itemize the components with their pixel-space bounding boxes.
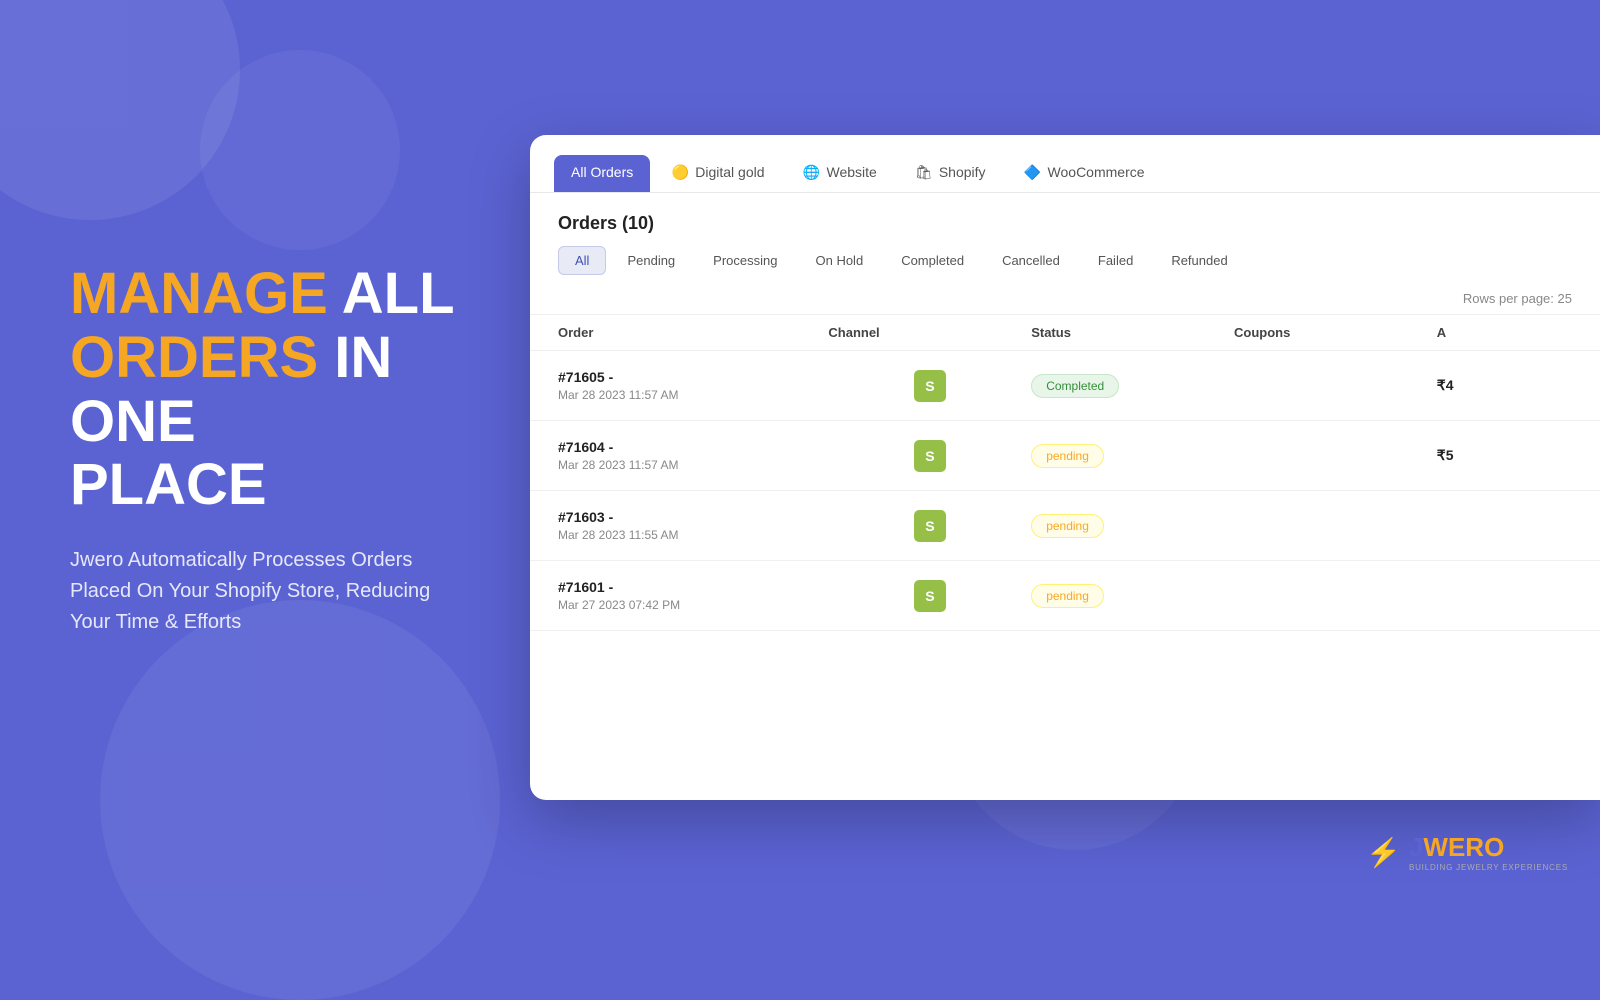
- woocommerce-icon: 🔷: [1024, 163, 1042, 181]
- status-cell-3: pending: [1031, 584, 1234, 608]
- hero-subtitle: Jwero Automatically Processes Orders Pla…: [70, 545, 460, 638]
- col-header-amount: A: [1437, 325, 1572, 340]
- tab-shopify[interactable]: 🛍 Shopify: [898, 154, 1003, 193]
- svg-text:S: S: [925, 447, 934, 463]
- order-date-2: Mar 28 2023 11:55 AM: [558, 528, 828, 542]
- shopify-tab-icon: 🛍: [915, 163, 933, 181]
- table-controls: Rows per page: 25: [530, 287, 1600, 314]
- shopify-icon-2: S: [914, 510, 946, 542]
- table-body: #71605 - Mar 28 2023 11:57 AM S Complete…: [530, 351, 1600, 631]
- order-date-1: Mar 28 2023 11:57 AM: [558, 458, 828, 472]
- status-badge-0: Completed: [1031, 374, 1119, 398]
- tab-digital-gold[interactable]: 🟡 Digital gold: [654, 154, 781, 193]
- orders-header: Orders (10): [530, 193, 1600, 246]
- status-tab-completed[interactable]: Completed: [884, 246, 981, 275]
- logo-tagline: BUILDING JEWELRY EXPERIENCES: [1409, 863, 1568, 872]
- status-tab-refunded[interactable]: Refunded: [1154, 246, 1244, 275]
- logo-wero: WERO: [1423, 832, 1504, 863]
- table-row[interactable]: #71604 - Mar 28 2023 11:57 AM S pending …: [530, 421, 1600, 491]
- hero-title: MANAGE ALL ORDERS IN ONE PLACE: [70, 262, 460, 517]
- channel-cell-1: S: [828, 440, 1031, 472]
- hero-word-orders: ORDERS: [70, 325, 318, 390]
- order-info-0: #71605 - Mar 28 2023 11:57 AM: [558, 369, 828, 402]
- hero-word-manage: MANAGE: [70, 261, 328, 326]
- channel-cell-0: S: [828, 370, 1031, 402]
- shopify-icon-0: S: [914, 370, 946, 402]
- svg-text:S: S: [925, 517, 934, 533]
- jwero-logo: ⚡ J WERO BUILDING JEWELRY EXPERIENCES: [1366, 832, 1568, 872]
- status-badge-1: pending: [1031, 444, 1104, 468]
- tab-website-label: Website: [827, 164, 877, 180]
- amount-cell-0: ₹4: [1437, 377, 1572, 394]
- order-info-2: #71603 - Mar 28 2023 11:55 AM: [558, 509, 828, 542]
- tab-woocommerce[interactable]: 🔷 WooCommerce: [1007, 154, 1162, 193]
- status-tab-processing[interactable]: Processing: [696, 246, 794, 275]
- tab-website[interactable]: 🌐 Website: [786, 154, 894, 193]
- tab-all-orders[interactable]: All Orders: [554, 155, 650, 192]
- order-id-2: #71603 -: [558, 509, 828, 525]
- order-id-1: #71604 -: [558, 439, 828, 455]
- shopify-icon-1: S: [914, 440, 946, 472]
- order-id-0: #71605 -: [558, 369, 828, 385]
- table-row[interactable]: #71605 - Mar 28 2023 11:57 AM S Complete…: [530, 351, 1600, 421]
- logo-bolt-icon: ⚡: [1366, 836, 1401, 869]
- status-filter-bar: All Pending Processing On Hold Completed…: [530, 246, 1600, 287]
- tab-all-orders-label: All Orders: [571, 164, 633, 180]
- digital-gold-icon: 🟡: [671, 163, 689, 181]
- col-header-coupons: Coupons: [1234, 325, 1437, 340]
- shopify-icon-3: S: [914, 580, 946, 612]
- status-tab-cancelled[interactable]: Cancelled: [985, 246, 1077, 275]
- tab-woocommerce-label: WooCommerce: [1048, 164, 1145, 180]
- status-cell-0: Completed: [1031, 374, 1234, 398]
- status-badge-3: pending: [1031, 584, 1104, 608]
- status-cell-2: pending: [1031, 514, 1234, 538]
- rows-per-page-label: Rows per page: 25: [1463, 291, 1572, 306]
- hero-word-place: PLACE: [70, 452, 267, 517]
- channel-cell-2: S: [828, 510, 1031, 542]
- status-tab-on-hold[interactable]: On Hold: [798, 246, 880, 275]
- order-info-3: #71601 - Mar 27 2023 07:42 PM: [558, 579, 828, 612]
- channel-cell-3: S: [828, 580, 1031, 612]
- col-header-status: Status: [1031, 325, 1234, 340]
- tab-shopify-label: Shopify: [939, 164, 986, 180]
- status-tab-all[interactable]: All: [558, 246, 606, 275]
- hero-word-all: ALL: [342, 261, 455, 326]
- col-header-order: Order: [558, 325, 828, 340]
- order-info-1: #71604 - Mar 28 2023 11:57 AM: [558, 439, 828, 472]
- left-panel: MANAGE ALL ORDERS IN ONE PLACE Jwero Aut…: [0, 0, 530, 900]
- status-cell-1: pending: [1031, 444, 1234, 468]
- svg-text:S: S: [925, 587, 934, 603]
- orders-table: Order Channel Status Coupons A #71605 - …: [530, 314, 1600, 800]
- logo-j: J: [1409, 832, 1423, 863]
- table-header-row: Order Channel Status Coupons A: [530, 314, 1600, 351]
- col-header-channel: Channel: [828, 325, 1031, 340]
- status-tab-pending[interactable]: Pending: [610, 246, 692, 275]
- order-date-0: Mar 28 2023 11:57 AM: [558, 388, 828, 402]
- status-badge-2: pending: [1031, 514, 1104, 538]
- tab-bar: All Orders 🟡 Digital gold 🌐 Website 🛍 Sh…: [530, 135, 1600, 193]
- svg-text:S: S: [925, 377, 934, 393]
- status-tab-failed[interactable]: Failed: [1081, 246, 1150, 275]
- orders-card: All Orders 🟡 Digital gold 🌐 Website 🛍 Sh…: [530, 135, 1600, 800]
- orders-count-title: Orders (10): [558, 213, 654, 233]
- website-icon: 🌐: [803, 163, 821, 181]
- table-row[interactable]: #71601 - Mar 27 2023 07:42 PM S pending: [530, 561, 1600, 631]
- table-row[interactable]: #71603 - Mar 28 2023 11:55 AM S pending: [530, 491, 1600, 561]
- order-date-3: Mar 27 2023 07:42 PM: [558, 598, 828, 612]
- tab-digital-gold-label: Digital gold: [695, 164, 764, 180]
- order-id-3: #71601 -: [558, 579, 828, 595]
- amount-cell-1: ₹5: [1437, 447, 1572, 464]
